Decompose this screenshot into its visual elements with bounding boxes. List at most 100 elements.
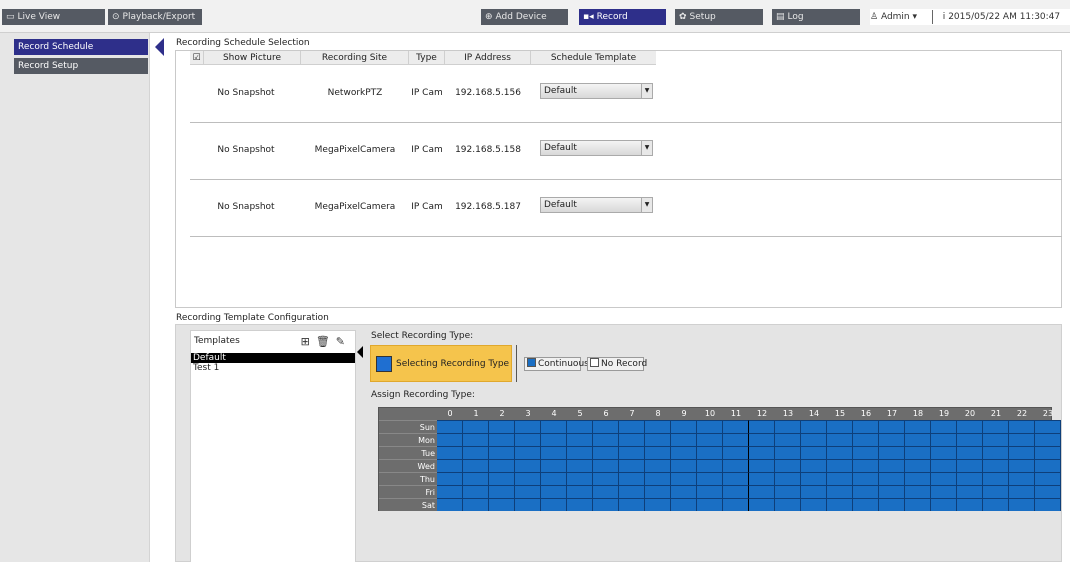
- day-label[interactable]: Wed: [379, 459, 437, 472]
- schedule-cell[interactable]: [853, 472, 879, 485]
- schedule-cell[interactable]: [541, 433, 567, 446]
- schedule-cell[interactable]: [749, 459, 775, 472]
- schedule-cell[interactable]: [671, 498, 697, 511]
- schedule-cell[interactable]: [957, 433, 983, 446]
- schedule-cell[interactable]: [697, 472, 723, 485]
- template-item-default[interactable]: Default: [191, 353, 355, 363]
- hour-header[interactable]: 0: [437, 408, 463, 420]
- schedule-cell[interactable]: [593, 472, 619, 485]
- schedule-cell[interactable]: [983, 459, 1009, 472]
- schedule-cell[interactable]: [515, 446, 541, 459]
- schedule-cell[interactable]: [619, 485, 645, 498]
- hour-header[interactable]: 9: [671, 408, 697, 420]
- schedule-cell[interactable]: [931, 420, 957, 433]
- schedule-cell[interactable]: [463, 485, 489, 498]
- schedule-cell[interactable]: [619, 420, 645, 433]
- hour-header[interactable]: 1: [463, 408, 489, 420]
- chevron-down-icon[interactable]: ▾: [913, 12, 918, 22]
- schedule-cell[interactable]: [749, 485, 775, 498]
- schedule-cell[interactable]: [593, 485, 619, 498]
- schedule-cell[interactable]: [723, 472, 749, 485]
- schedule-cell[interactable]: [1009, 433, 1035, 446]
- schedule-cell[interactable]: [905, 446, 931, 459]
- schedule-cell[interactable]: [723, 459, 749, 472]
- schedule-cell[interactable]: [801, 485, 827, 498]
- schedule-cell[interactable]: [593, 459, 619, 472]
- schedule-cell[interactable]: [1009, 485, 1035, 498]
- schedule-cell[interactable]: [619, 459, 645, 472]
- template-select[interactable]: Default ▼: [540, 83, 653, 99]
- template-item-test-1[interactable]: Test 1: [191, 363, 355, 373]
- day-label[interactable]: Mon: [379, 433, 437, 446]
- schedule-cell[interactable]: [541, 472, 567, 485]
- schedule-cell[interactable]: [671, 433, 697, 446]
- schedule-cell[interactable]: [593, 420, 619, 433]
- schedule-cell[interactable]: [593, 446, 619, 459]
- day-label[interactable]: Thu: [379, 472, 437, 485]
- schedule-cell[interactable]: [749, 433, 775, 446]
- hour-header[interactable]: 23: [1035, 408, 1061, 420]
- schedule-cell[interactable]: [567, 472, 593, 485]
- edit-icon[interactable]: ✎: [336, 335, 345, 348]
- schedule-cell[interactable]: [463, 446, 489, 459]
- hour-header[interactable]: 4: [541, 408, 567, 420]
- schedule-cell[interactable]: [827, 446, 853, 459]
- schedule-cell[interactable]: [801, 446, 827, 459]
- schedule-cell[interactable]: [463, 472, 489, 485]
- schedule-cell[interactable]: [697, 446, 723, 459]
- schedule-cell[interactable]: [775, 498, 801, 511]
- schedule-cell[interactable]: [827, 420, 853, 433]
- schedule-cell[interactable]: [567, 485, 593, 498]
- schedule-cell[interactable]: [749, 498, 775, 511]
- schedule-cell[interactable]: [879, 472, 905, 485]
- schedule-cell[interactable]: [775, 459, 801, 472]
- schedule-cell[interactable]: [1035, 472, 1061, 485]
- schedule-cell[interactable]: [515, 433, 541, 446]
- schedule-cell[interactable]: [827, 485, 853, 498]
- hour-header[interactable]: 2: [489, 408, 515, 420]
- template-select[interactable]: Default ▼: [540, 140, 653, 156]
- schedule-cell[interactable]: [697, 498, 723, 511]
- schedule-cell[interactable]: [645, 459, 671, 472]
- schedule-cell[interactable]: [749, 472, 775, 485]
- schedule-cell[interactable]: [1035, 446, 1061, 459]
- schedule-cell[interactable]: [463, 459, 489, 472]
- schedule-cell[interactable]: [723, 433, 749, 446]
- hour-header[interactable]: 11: [723, 408, 749, 420]
- schedule-cell[interactable]: [801, 420, 827, 433]
- schedule-cell[interactable]: [541, 446, 567, 459]
- hour-header[interactable]: 3: [515, 408, 541, 420]
- schedule-cell[interactable]: [983, 498, 1009, 511]
- schedule-cell[interactable]: [671, 472, 697, 485]
- schedule-cell[interactable]: [567, 433, 593, 446]
- schedule-cell[interactable]: [957, 459, 983, 472]
- hour-header[interactable]: 22: [1009, 408, 1035, 420]
- schedule-cell[interactable]: [567, 420, 593, 433]
- schedule-cell[interactable]: [775, 420, 801, 433]
- schedule-cell[interactable]: [697, 433, 723, 446]
- schedule-cell[interactable]: [437, 420, 463, 433]
- day-label[interactable]: Sun: [379, 420, 437, 433]
- hour-header[interactable]: 17: [879, 408, 905, 420]
- schedule-cell[interactable]: [541, 459, 567, 472]
- schedule-cell[interactable]: [853, 433, 879, 446]
- select-all-checkbox[interactable]: ☑: [190, 51, 204, 65]
- schedule-cell[interactable]: [931, 485, 957, 498]
- schedule-cell[interactable]: [593, 498, 619, 511]
- schedule-cell[interactable]: [853, 459, 879, 472]
- schedule-cell[interactable]: [905, 472, 931, 485]
- schedule-cell[interactable]: [645, 485, 671, 498]
- log-button[interactable]: ▤ Log: [772, 9, 860, 25]
- schedule-cell[interactable]: [931, 459, 957, 472]
- schedule-cell[interactable]: [775, 485, 801, 498]
- hour-header[interactable]: 15: [827, 408, 853, 420]
- schedule-cell[interactable]: [567, 498, 593, 511]
- schedule-cell[interactable]: [931, 446, 957, 459]
- schedule-cell[interactable]: [723, 498, 749, 511]
- hour-header[interactable]: 20: [957, 408, 983, 420]
- schedule-cell[interactable]: [879, 485, 905, 498]
- schedule-cell[interactable]: [879, 433, 905, 446]
- hour-header[interactable]: 13: [775, 408, 801, 420]
- schedule-cell[interactable]: [801, 472, 827, 485]
- schedule-cell[interactable]: [801, 433, 827, 446]
